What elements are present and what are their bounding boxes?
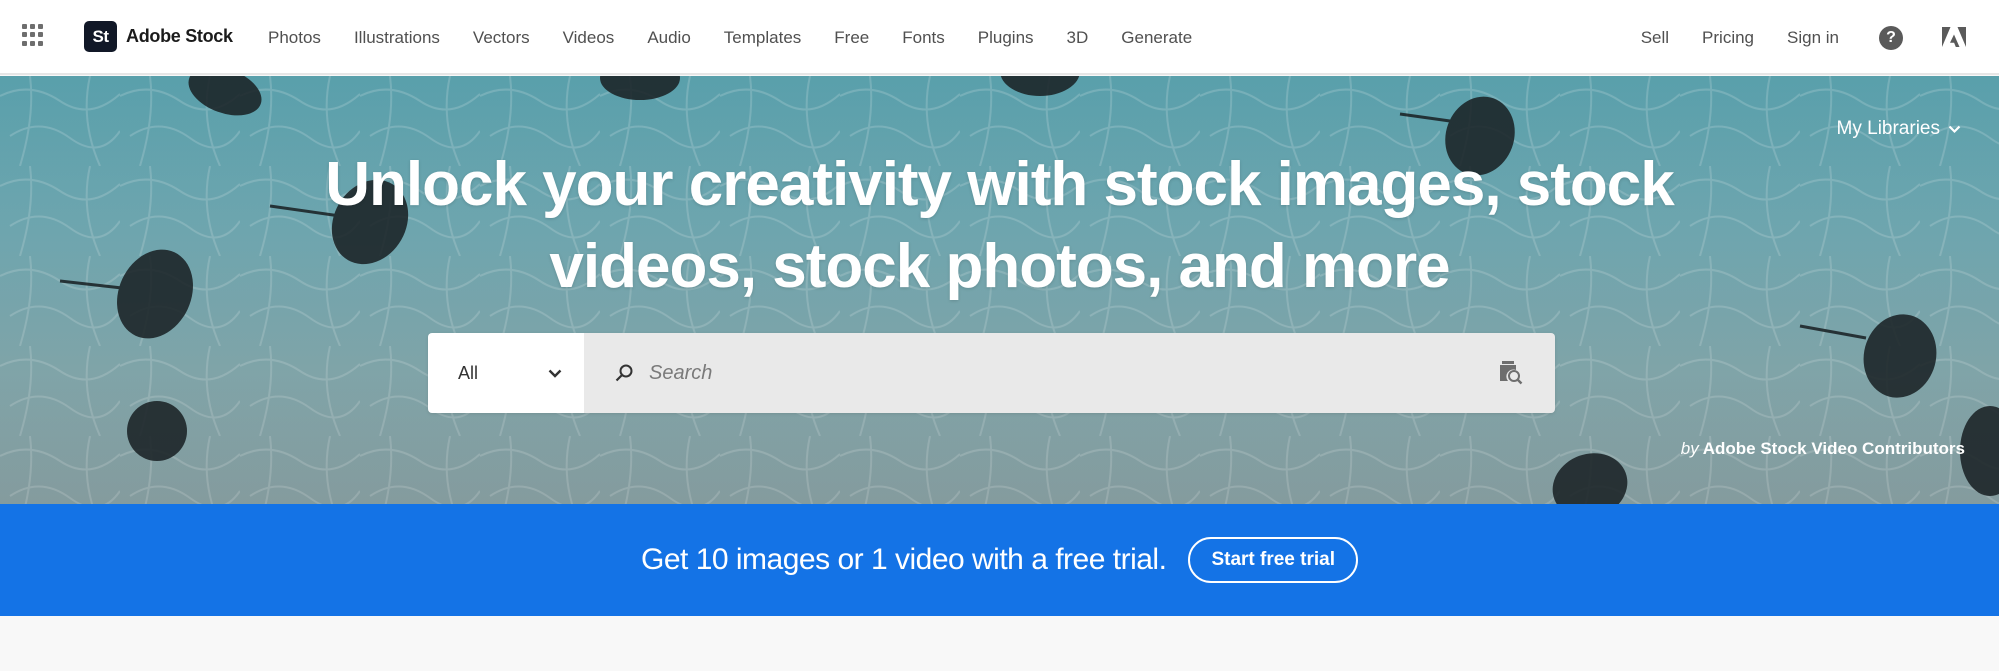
nav-link-fonts[interactable]: Fonts: [902, 28, 945, 48]
start-free-trial-button[interactable]: Start free trial: [1188, 537, 1358, 583]
nav-link-audio[interactable]: Audio: [647, 28, 690, 48]
chevron-down-icon: [1948, 125, 1961, 133]
stock-logo-mark: St: [84, 21, 117, 52]
nav-link-3d[interactable]: 3D: [1067, 28, 1089, 48]
credit-name: Adobe Stock Video Contributors: [1702, 439, 1965, 458]
credit-prefix: by: [1680, 439, 1699, 458]
app-grid-icon[interactable]: [22, 24, 44, 46]
search-input[interactable]: [649, 361, 1449, 385]
account-links: Sell Pricing Sign in ?: [1608, 0, 1999, 75]
nav-link-templates[interactable]: Templates: [724, 28, 801, 48]
search-icon: [615, 364, 633, 382]
visual-search-icon[interactable]: [1499, 361, 1523, 385]
image-credit: by Adobe Stock Video Contributors: [1681, 439, 1965, 459]
hero-title: Unlock your creativity with stock images…: [0, 144, 1999, 308]
hero-title-line-2: videos, stock photos, and more: [549, 232, 1450, 301]
hero-banner: My Libraries Unlock your creativity with…: [0, 76, 1999, 504]
nav-link-generate[interactable]: Generate: [1121, 28, 1192, 48]
nav-link-pricing[interactable]: Pricing: [1702, 28, 1754, 48]
nav-link-vectors[interactable]: Vectors: [473, 28, 530, 48]
hero-title-line-1: Unlock your creativity with stock images…: [325, 150, 1674, 219]
adobe-logo-icon[interactable]: [1942, 26, 1966, 49]
search-bar: All: [428, 333, 1555, 413]
nav-link-sell[interactable]: Sell: [1641, 28, 1669, 48]
my-libraries-label: My Libraries: [1836, 118, 1940, 139]
content-type-select[interactable]: All: [428, 333, 584, 413]
help-icon[interactable]: ?: [1879, 25, 1903, 50]
search-field: [584, 333, 1555, 413]
top-navigation: St Adobe Stock Photos Illustrations Vect…: [0, 0, 1999, 75]
free-trial-text: Get 10 images or 1 video with a free tri…: [641, 543, 1167, 576]
adobe-stock-logo[interactable]: St Adobe Stock: [84, 21, 233, 52]
nav-link-photos[interactable]: Photos: [268, 28, 321, 48]
nav-link-free[interactable]: Free: [834, 28, 869, 48]
content-type-value: All: [458, 362, 479, 383]
my-libraries-dropdown[interactable]: My Libraries: [1837, 118, 1961, 140]
chevron-down-icon: [548, 369, 562, 378]
sign-in-link[interactable]: Sign in: [1787, 28, 1839, 48]
nav-link-plugins[interactable]: Plugins: [978, 28, 1034, 48]
category-links: Photos Illustrations Vectors Videos Audi…: [268, 0, 1225, 75]
logo-text: Adobe Stock: [126, 26, 233, 46]
nav-link-videos[interactable]: Videos: [563, 28, 615, 48]
nav-link-illustrations[interactable]: Illustrations: [354, 28, 440, 48]
page-content-area: [0, 616, 1999, 671]
free-trial-banner: Get 10 images or 1 video with a free tri…: [0, 504, 1999, 616]
